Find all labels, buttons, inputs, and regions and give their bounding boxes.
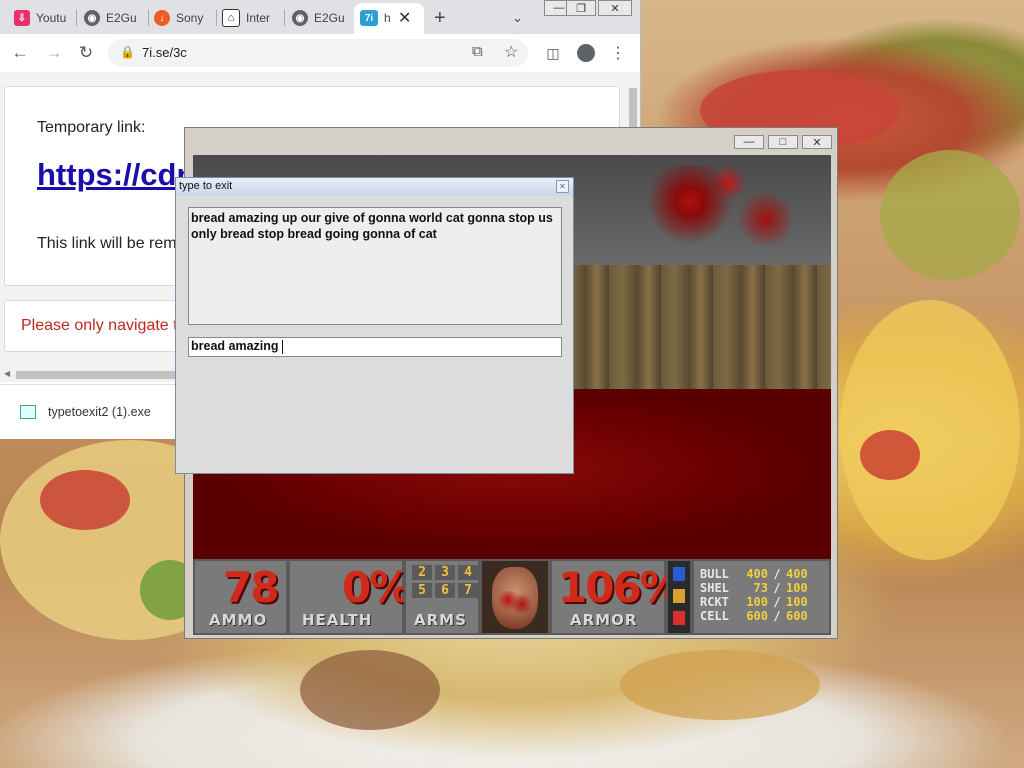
typing-input[interactable]: bread amazing [188,337,562,357]
new-tab-icon[interactable]: + [434,6,452,30]
armor-label: ARMOR [570,611,638,629]
ammo-row-rckt: RCKT 100/100 [700,595,808,609]
tab-label: Youtu [36,11,67,25]
warning-text: Please only navigate t [21,317,178,334]
ammo-value: 78 [223,563,279,612]
profile-avatar-icon[interactable] [576,43,596,63]
dialog-close-icon[interactable]: ✕ [556,180,569,193]
ammo-rows: BULL 400/400 SHEL 73/100 RCKT 100/100 CELL 6… [700,567,808,623]
close-window-icon[interactable]: ✕ [598,0,632,16]
doomguy-face [480,559,550,635]
tab-close-icon[interactable]: ✕ [398,6,412,30]
ammo-row-shel: SHEL 73/100 [700,581,808,595]
tab-label: E2Gu [314,11,345,25]
target-text-box: bread amazing up our give of gonna world… [188,207,562,325]
browser-toolbar: ← → ↻ 🔒 7i.se/3c ⧉ ☆ ◫ ⋮ [0,34,640,73]
arms-grid: 2 3 4 5 6 7 [412,565,478,598]
arms-slot: 6 [435,583,455,598]
menu-kebab-icon[interactable]: ⋮ [608,43,628,63]
health-value: 0% [342,563,411,612]
address-text: 7i.se/3c [142,45,187,60]
tab-youtube[interactable]: ⇩ Youtu [14,6,72,30]
download-icon: ↓ [154,10,170,26]
ammo-panel: 78 AMMO [193,559,288,635]
dialog-title: type to exit [179,180,233,192]
arms-slot: 4 [458,565,478,580]
temporary-label: Temporary link: [37,119,146,136]
ammo-table: BULL 400/400 SHEL 73/100 RCKT 100/100 CELL 6… [692,559,831,635]
health-panel: 0% HEALTH [288,559,411,635]
ammo-row-cell: CELL 600/600 [700,609,808,623]
globe-icon: ◉ [84,10,100,26]
health-label: HEALTH [302,611,373,629]
7i-icon: 7i [360,10,378,26]
reload-icon[interactable]: ↻ [76,43,96,63]
tab-sony[interactable]: ↓ Sony [154,6,214,30]
tab-search-chevron-icon[interactable]: ⌄ [512,6,528,30]
arms-panel: 2 3 4 5 6 7 ARMS [404,559,480,635]
archive-icon: ⌂ [222,9,240,27]
restore-icon[interactable]: ❐ [566,0,596,16]
ammo-label: AMMO [209,611,268,629]
globe-icon: ◉ [292,10,308,26]
tab-7i-active[interactable]: 7i h [360,6,396,30]
arms-label: ARMS [414,611,467,629]
lock-icon: 🔒 [120,45,135,59]
arms-slot: 5 [412,583,432,598]
arms-slot: 2 [412,565,432,580]
doom-minimize-icon[interactable]: — [734,135,764,149]
back-arrow-icon[interactable]: ← [10,43,30,63]
yellow-key-icon [673,589,685,603]
tab-label: h [384,11,391,25]
red-key-icon [673,611,685,625]
arms-slot: 3 [435,565,455,580]
forward-arrow-icon[interactable]: → [44,43,64,63]
tab-internet-archive[interactable]: ⌂ Inter [222,6,278,30]
typing-input-value: bread amazing [191,339,279,353]
type-to-exit-dialog: type to exit ✕ bread amazing up our give… [175,177,574,474]
tab-label: Sony [176,11,204,25]
scroll-left-icon[interactable]: ◀ [4,369,10,378]
armor-value: 106% [558,563,682,612]
download-filename[interactable]: typetoexit2 (1).exe [48,405,151,419]
link-expiry-note: This link will be rem [37,235,177,252]
blue-key-icon [673,567,685,581]
keycards-panel [666,559,692,635]
exe-file-icon [20,405,36,419]
arms-slot: 7 [458,583,478,598]
tab-e2gu-1[interactable]: ◉ E2Gu [84,6,144,30]
ammo-row-bull: BULL 400/400 [700,567,808,581]
tab-label: E2Gu [106,11,137,25]
tab-e2gu-2[interactable]: ◉ E2Gu [292,6,350,30]
doom-status-bar: 78 AMMO 0% HEALTH 2 3 4 5 6 7 ARMS 106% … [193,559,831,635]
side-panel-icon[interactable]: ◫ [543,43,563,63]
tab-label: Inter [246,11,271,25]
doom-titlebar: — □ ✕ [186,129,836,151]
text-caret [281,339,283,354]
armor-panel: 106% ARMOR [550,559,682,635]
doom-maximize-icon[interactable]: □ [768,135,798,149]
share-icon[interactable]: ⧉ [472,43,483,60]
youtube-download-icon: ⇩ [14,10,30,26]
bookmark-star-icon[interactable]: ☆ [504,42,518,62]
tab-strip: ⇩ Youtu ◉ E2Gu ↓ Sony ⌂ Inter ◉ E2Gu 7i … [0,0,640,34]
address-bar[interactable]: 🔒 7i.se/3c ⧉ ☆ [108,39,528,67]
doom-close-icon[interactable]: ✕ [802,135,832,149]
dialog-titlebar[interactable]: type to exit ✕ [176,178,573,196]
